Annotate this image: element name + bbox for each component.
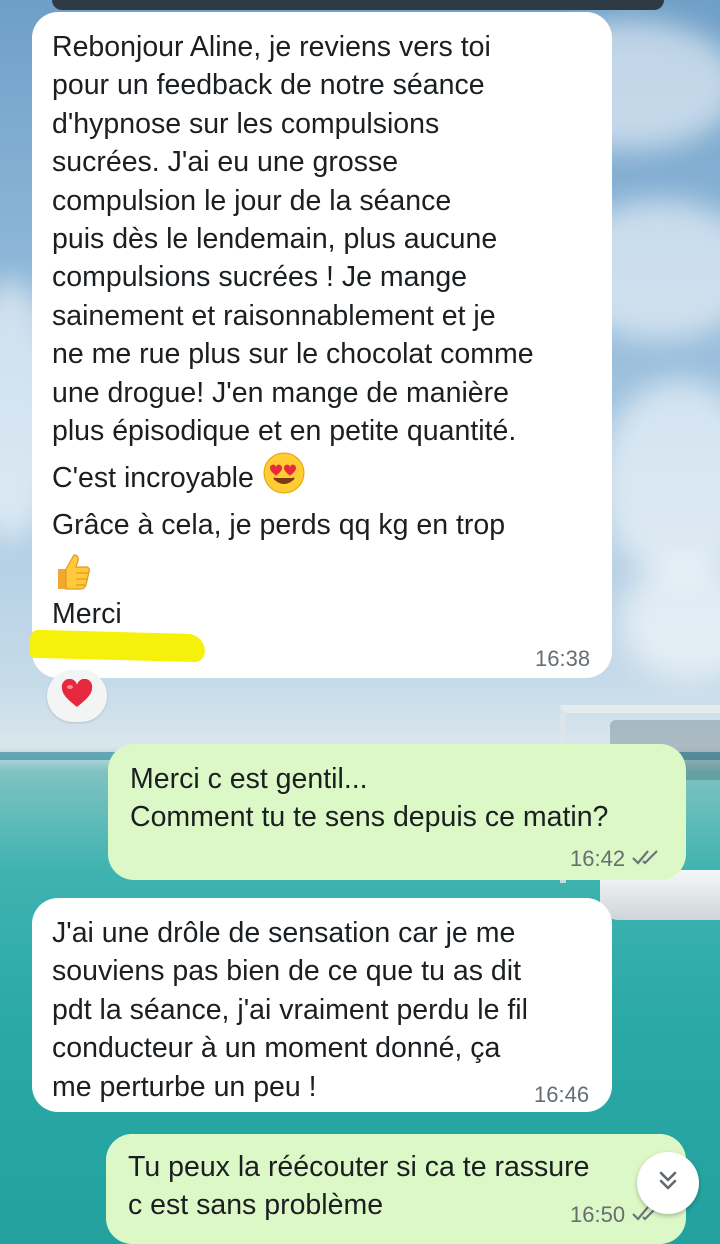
heart-icon: [61, 678, 93, 714]
reaction-badge[interactable]: [47, 670, 107, 722]
incoming-message-bubble[interactable]: J'ai une drôle de sensation car je me so…: [32, 898, 612, 1112]
scroll-to-bottom-button[interactable]: [637, 1152, 699, 1214]
thumbs-up-emoji-icon: [52, 549, 592, 595]
double-check-icon: [631, 846, 661, 872]
message-timestamp: 16:42: [570, 846, 661, 872]
heart-eyes-emoji-icon: [262, 451, 306, 505]
message-text: C'est incroyable: [52, 462, 254, 495]
message-text: Merci: [52, 597, 122, 630]
message-timestamp: 16:38: [535, 646, 591, 671]
message-text: Grâce à cela, je perds qq kg en trop: [52, 509, 506, 542]
previous-message-edge: [52, 0, 664, 10]
message-text: J'ai une drôle de sensation car je me so…: [52, 917, 528, 1103]
incoming-message-bubble[interactable]: Rebonjour Aline, je reviens vers toi pou…: [32, 12, 612, 678]
message-timestamp: 16:46: [534, 1082, 590, 1107]
redaction-highlight: [29, 629, 206, 663]
message-text: Rebonjour Aline, je reviens vers toi pou…: [52, 31, 534, 448]
chevron-double-down-icon: [654, 1167, 682, 1200]
message-text: Merci c est gentil... Comment tu te sens…: [130, 763, 609, 834]
